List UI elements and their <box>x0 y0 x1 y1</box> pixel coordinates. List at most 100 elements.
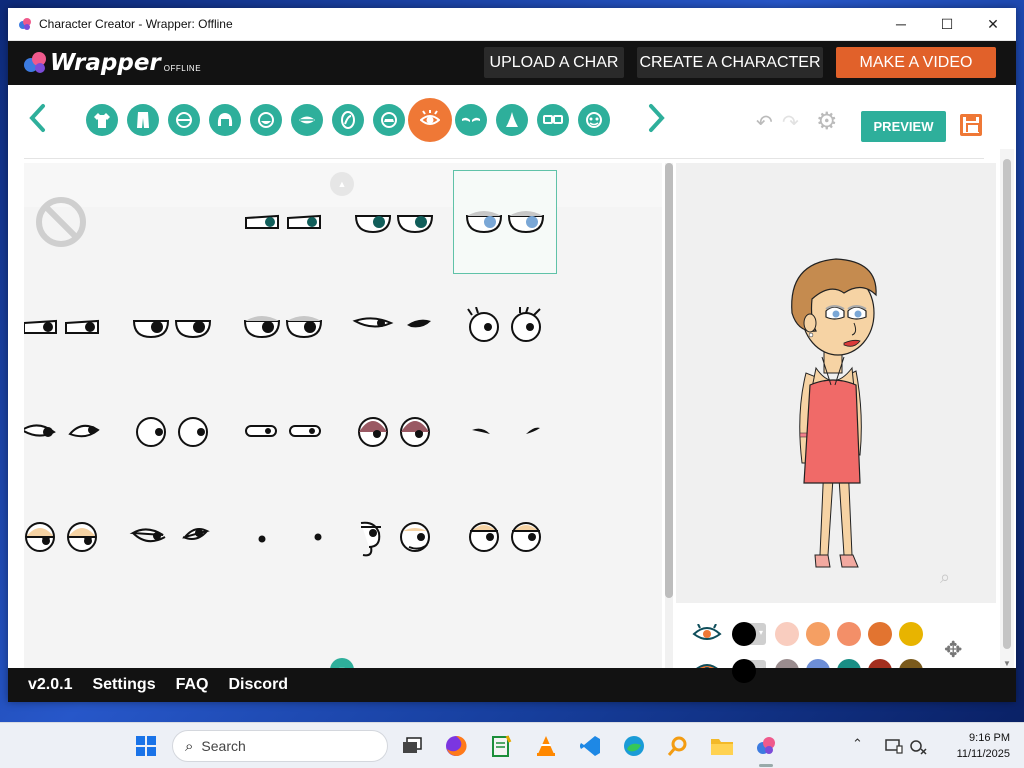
settings-link[interactable]: Settings <box>92 676 155 694</box>
clock-time: 9:16 PM <box>969 732 1010 744</box>
lower-face-icon <box>258 112 274 128</box>
wrapper-taskbar-icon[interactable] <box>754 734 778 758</box>
firefox-icon[interactable] <box>444 734 468 758</box>
page-scrollbar[interactable]: ▼ <box>1000 149 1014 668</box>
settings-gear-icon[interactable]: ⚙ <box>816 107 838 136</box>
upload-char-button[interactable]: UPLOAD A CHAR <box>484 47 624 78</box>
color-swatch-1-5[interactable] <box>899 622 923 646</box>
vscode-icon[interactable] <box>578 734 602 758</box>
mouth-icon <box>299 116 315 124</box>
search-label: Search <box>201 738 246 754</box>
category-eye-icon[interactable] <box>408 98 452 142</box>
edge-icon[interactable] <box>622 734 646 758</box>
category-mouth-icon[interactable] <box>291 104 323 136</box>
eye-option-dots[interactable] <box>231 485 335 589</box>
eye-option-swirl[interactable] <box>342 485 446 589</box>
eye-option-narrow[interactable] <box>231 380 335 484</box>
task-view-icon[interactable] <box>400 734 424 758</box>
character-preview-panel: ⌕ ✥ ▾ ▾ <box>676 163 996 683</box>
eye-option-art <box>465 211 545 234</box>
eye-options-panel: ▲ ▼ <box>24 163 662 668</box>
category-glasses-icon[interactable] <box>537 104 569 136</box>
eye-option-round-black[interactable] <box>120 275 224 379</box>
prev-category-arrow[interactable] <box>28 103 48 141</box>
notepad-icon[interactable] <box>489 734 513 758</box>
category-nose-icon[interactable] <box>496 104 528 136</box>
create-character-button[interactable]: CREATE A CHARACTER <box>637 47 823 78</box>
logo-subtext: OFFLINE <box>163 63 202 73</box>
grid-scrollbar[interactable] <box>665 163 673 668</box>
swatch-selected-1[interactable] <box>732 622 756 646</box>
start-button[interactable] <box>134 734 158 758</box>
eye-option-flat-black[interactable] <box>24 275 113 379</box>
discord-link[interactable]: Discord <box>229 676 289 694</box>
scroll-down-arrow[interactable]: ▼ <box>1003 659 1011 668</box>
vlc-icon[interactable] <box>534 734 558 758</box>
eye-option-lidded-black[interactable] <box>231 275 335 379</box>
category-lower-face-icon[interactable] <box>250 104 282 136</box>
redo-button[interactable]: ↷ <box>782 110 799 135</box>
category-face-accessory-icon[interactable] <box>578 104 610 136</box>
eye-option-art <box>354 215 434 234</box>
color-dropdown-1[interactable]: ▾ <box>732 622 768 646</box>
eye-option-peach-lidded[interactable] <box>24 485 113 589</box>
eye-option-brow-only[interactable] <box>453 380 557 484</box>
page-scrollbar-thumb[interactable] <box>1003 159 1011 649</box>
network-tray-icon[interactable] <box>906 734 930 758</box>
nose-icon <box>506 112 518 127</box>
move-icon[interactable]: ✥ <box>944 637 962 663</box>
next-category-arrow[interactable] <box>646 103 666 141</box>
eye-option-none[interactable] <box>24 170 113 274</box>
zoom-icon[interactable]: ⌕ <box>940 567 950 588</box>
character-figure <box>791 258 877 568</box>
category-hair-icon[interactable] <box>209 104 241 136</box>
toolbar-divider <box>24 158 984 159</box>
category-cheek-icon[interactable] <box>332 104 364 136</box>
wrapper-logo[interactable]: Wrapper OFFLINE <box>22 41 201 85</box>
swatch-selected-2[interactable] <box>732 659 756 683</box>
close-button[interactable]: ✕ <box>970 8 1016 41</box>
color-swatch-1-2[interactable] <box>806 622 830 646</box>
color-swatch-1-4[interactable] <box>868 622 892 646</box>
taskbar-search[interactable]: ⌕ Search <box>172 730 388 762</box>
eye-option-art <box>24 319 99 334</box>
color-swatch-1-3[interactable] <box>837 622 861 646</box>
eye-option-art <box>25 522 97 552</box>
file-explorer-icon[interactable] <box>710 734 734 758</box>
display-tray-icon[interactable] <box>882 734 906 758</box>
ear-icon <box>381 112 397 128</box>
eye-option-lash-wide[interactable] <box>453 275 557 379</box>
faq-link[interactable]: FAQ <box>176 676 209 694</box>
eye-option-lash-black[interactable] <box>342 275 446 379</box>
eye-option-art <box>258 533 322 543</box>
eye-option-round-teal[interactable] <box>342 170 446 274</box>
category-shirt-icon[interactable] <box>86 104 118 136</box>
color-swatch-1-1[interactable] <box>775 622 799 646</box>
maximize-button[interactable]: ☐ <box>924 8 970 41</box>
eyebrow-icon <box>462 117 480 122</box>
scroll-down-button[interactable]: ▼ <box>330 658 354 668</box>
undo-button[interactable]: ↶ <box>756 110 773 135</box>
preview-button[interactable]: PREVIEW <box>861 111 946 142</box>
search-everything-icon[interactable] <box>666 734 690 758</box>
eye-option-round-open[interactable] <box>120 380 224 484</box>
category-pants-icon[interactable] <box>127 104 159 136</box>
grid-scrollbar-thumb[interactable] <box>665 163 673 598</box>
eye-option-peach-wide[interactable] <box>453 485 557 589</box>
save-icon[interactable] <box>960 114 982 136</box>
make-video-button[interactable]: MAKE A VIDEO <box>836 47 996 78</box>
eye-option-lash-closed[interactable] <box>120 485 224 589</box>
eye-option-flat-teal[interactable] <box>231 170 335 274</box>
tray-expand-icon[interactable]: ⌃ <box>852 736 863 752</box>
minimize-button[interactable]: ─ <box>878 8 924 41</box>
eye-icon <box>420 110 440 125</box>
eye-option-blue-lidded[interactable] <box>453 170 557 274</box>
category-ear-icon[interactable] <box>373 104 405 136</box>
eye-option-pink-lidded[interactable] <box>342 380 446 484</box>
category-eyebrow-icon[interactable] <box>455 104 487 136</box>
clock[interactable]: 9:16 PM 11/11/2025 <box>940 730 1010 762</box>
eye-option-side-glance[interactable] <box>24 380 113 484</box>
character-editor: ↶ ↷ ⚙ PREVIEW ▲ ▼ <box>8 85 1016 683</box>
category-face-shape-icon[interactable] <box>168 104 200 136</box>
cheek-icon <box>341 111 355 129</box>
